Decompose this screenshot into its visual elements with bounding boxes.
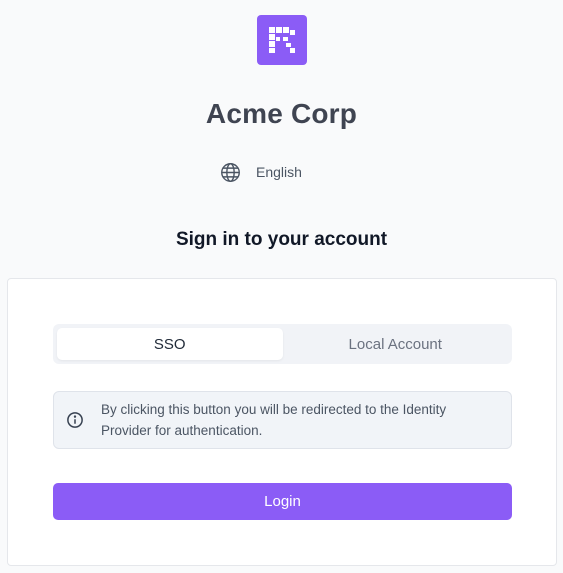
login-card: SSO Local Account By clicking this butto… <box>7 278 557 566</box>
language-selector[interactable]: English <box>219 160 302 184</box>
sso-notice: By clicking this button you will be redi… <box>53 391 512 449</box>
brand-logo <box>257 15 307 65</box>
login-page: Acme Corp English Sign in to your accoun… <box>0 0 563 573</box>
globe-icon <box>219 161 241 183</box>
login-button[interactable]: Login <box>53 483 512 520</box>
pixel-r-logo-icon <box>269 27 295 53</box>
auth-method-tabs: SSO Local Account <box>53 324 512 364</box>
language-label: English <box>256 164 302 180</box>
tab-sso[interactable]: SSO <box>57 328 283 360</box>
page-title: Sign in to your account <box>175 229 388 250</box>
tab-local-account[interactable]: Local Account <box>283 328 509 360</box>
brand-name: Acme Corp <box>205 98 358 129</box>
info-icon <box>66 411 84 429</box>
notice-text: By clicking this button you will be redi… <box>101 402 447 438</box>
